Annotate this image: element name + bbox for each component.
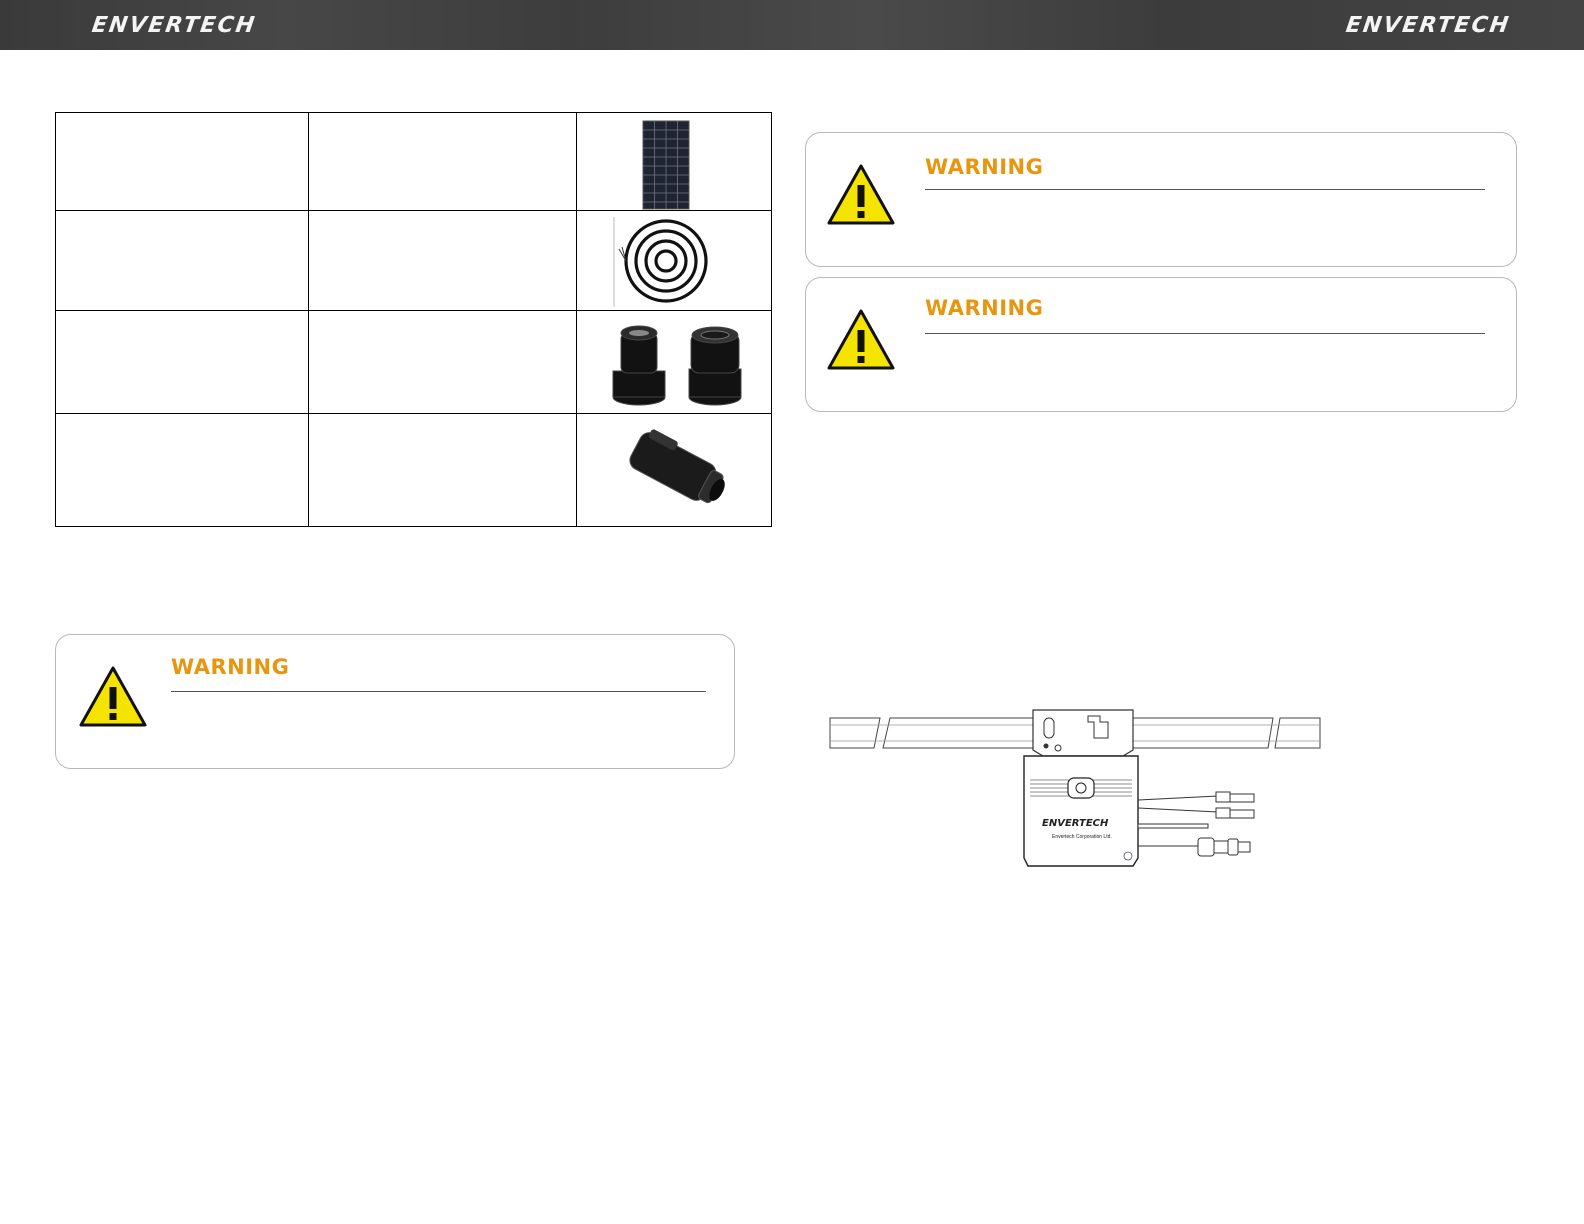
brand-logo-right: ENVERTECH (1344, 13, 1512, 38)
connector-plug-image (629, 429, 725, 504)
item-description-cell (309, 311, 577, 413)
item-description-cell (309, 113, 577, 210)
warning-divider (925, 333, 1485, 334)
table-row (56, 311, 771, 414)
warning-divider (171, 691, 706, 692)
warning-triangle-icon (827, 309, 895, 370)
item-image-cell (577, 311, 772, 413)
warning-triangle-icon (827, 164, 895, 225)
item-description-cell (309, 414, 577, 527)
header-bar: ENVERTECH ENVERTECH (0, 0, 1584, 50)
accessories-table (55, 112, 772, 527)
inverter-company-label: Envertech Corporation Ltd. (1052, 834, 1112, 840)
warning-box-left: WARNING (55, 634, 735, 769)
warning-box-right-bottom: WARNING (805, 277, 1517, 412)
warning-title: WARNING (171, 655, 290, 679)
item-name-cell (56, 113, 309, 210)
item-name-cell (56, 211, 309, 310)
warning-triangle-icon (79, 666, 147, 727)
warning-divider (925, 189, 1485, 190)
warning-title: WARNING (925, 155, 1044, 179)
solar-panel-image (642, 120, 690, 210)
table-row (56, 113, 771, 211)
warning-box-right-top: WARNING (805, 132, 1517, 267)
brand-logo-left: ENVERTECH (90, 13, 258, 38)
item-name-cell (56, 311, 309, 413)
microinverter-figure: ENVERTECH Envertech Corporation Ltd. (829, 709, 1321, 867)
warning-title: WARNING (925, 296, 1044, 320)
item-image-cell (577, 211, 772, 310)
table-row (56, 211, 771, 311)
item-image-cell (577, 414, 772, 527)
manual-page: ENVERTECH ENVERTECH WARNING WARNING WARN… (0, 0, 1584, 1224)
item-name-cell (56, 414, 309, 527)
item-image-cell (577, 113, 772, 210)
item-description-cell (309, 211, 577, 310)
connector-caps-image (612, 325, 742, 406)
coiled-cable-image (613, 217, 708, 307)
inverter-brand-label: ENVERTECH (1042, 818, 1109, 829)
table-row (56, 414, 771, 527)
